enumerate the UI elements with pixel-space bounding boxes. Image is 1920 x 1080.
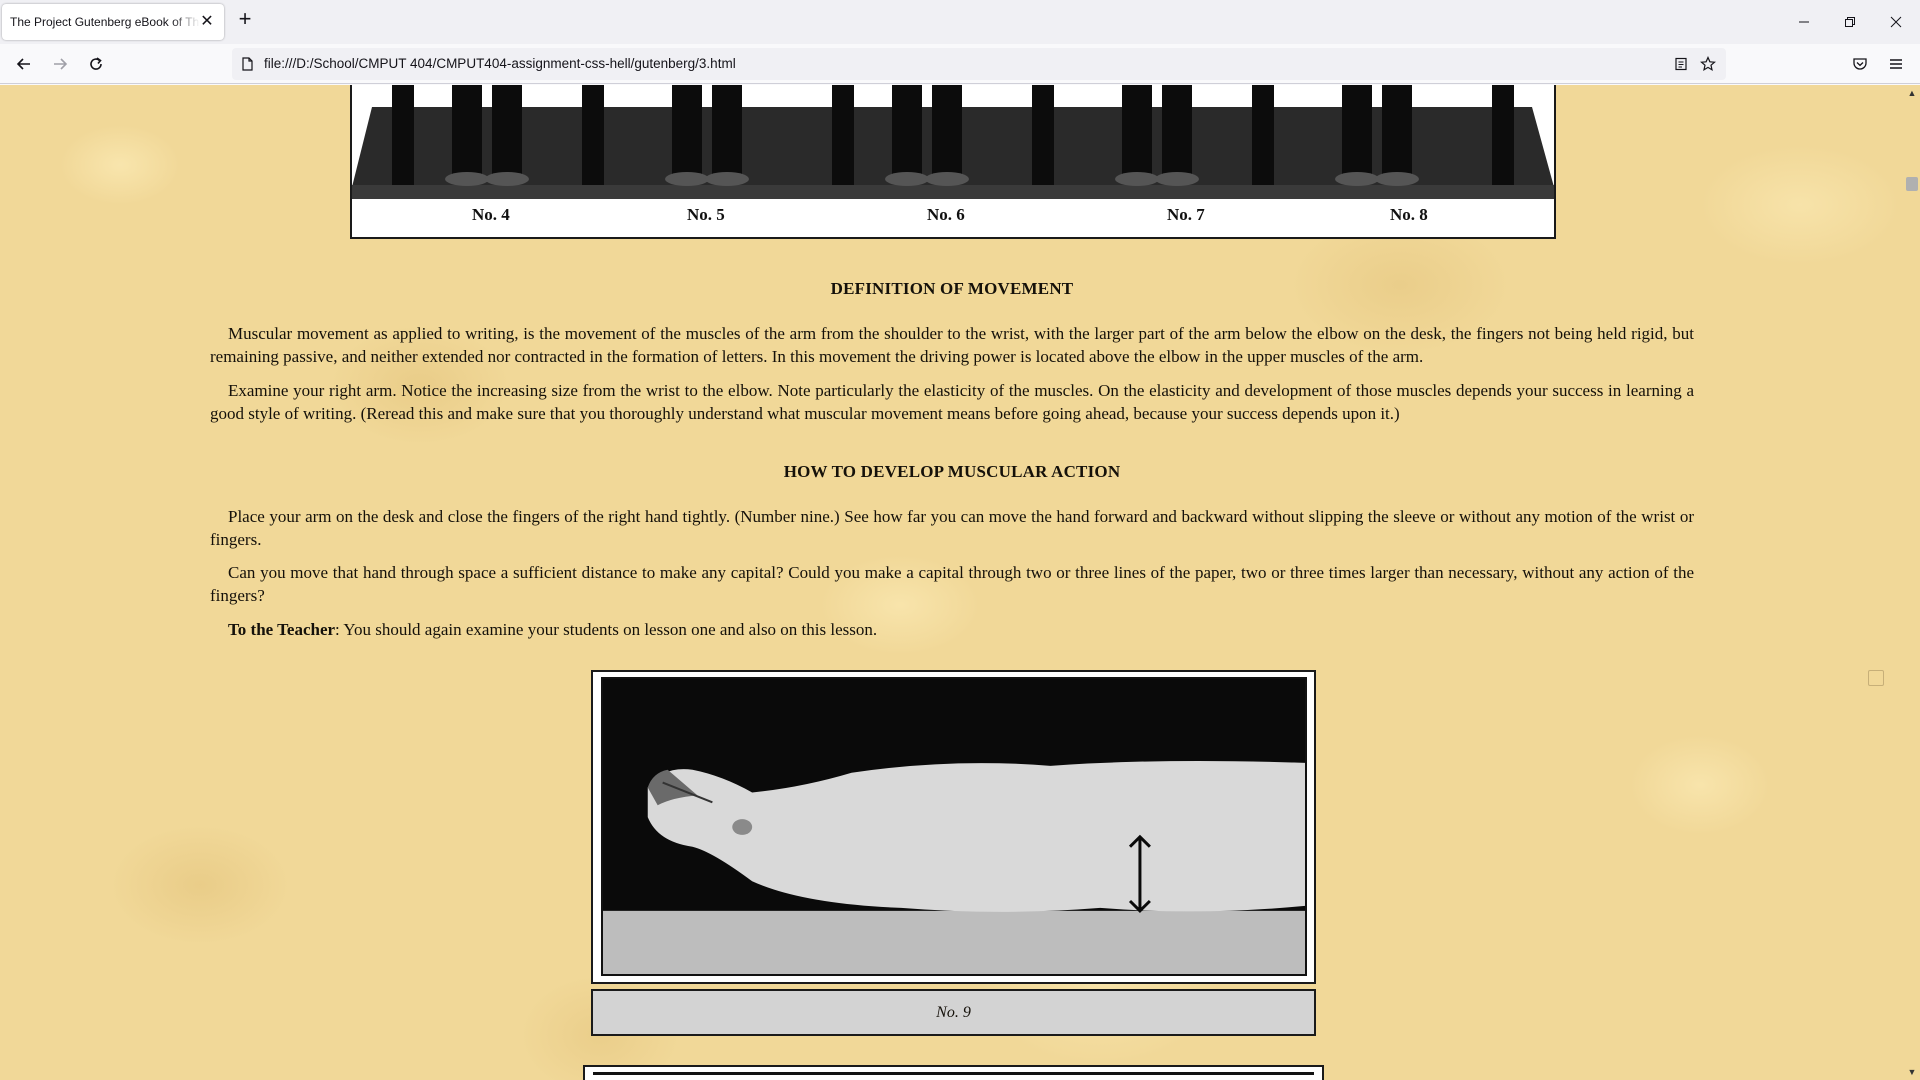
teacher-label: To the Teacher [228,620,336,639]
minimize-icon [1799,21,1809,23]
desk-label: No. 8 [1390,205,1428,224]
side-marker [1868,670,1884,686]
paragraph: Can you move that hand through space a s… [210,563,1694,605]
page-content[interactable]: No. 4 No. 5 No. 6 No. 7 No. 8 DEFINITION… [0,85,1904,1080]
next-figure-edge [593,1072,1314,1080]
new-tab-button[interactable]: + [234,8,256,31]
pocket-icon [1853,58,1867,70]
teacher-text: : You should again examine your students… [335,620,878,639]
scroll-down-icon[interactable]: ▼ [1907,1067,1917,1077]
section-heading-definition: DEFINITION OF MOVEMENT [830,279,1074,298]
tab-active[interactable]: The Project Gutenberg eBook of The Palme… [2,4,224,40]
paragraph: Examine your right arm. Notice the incre… [210,381,1694,423]
back-arrow-icon [16,58,30,70]
desk-label: No. 4 [472,205,510,224]
menu-button[interactable] [1882,50,1910,78]
next-figure [583,1065,1324,1080]
page-icon [240,57,254,76]
section-heading-muscular-action: HOW TO DEVELOP MUSCULAR ACTION [783,462,1121,481]
desk-label: No. 5 [687,205,725,224]
teacher-note: To the Teacher: You should again examine… [210,618,1694,641]
tab-strip: The Project Gutenberg eBook of The Palme… [0,0,1920,44]
scroll-thumb[interactable] [1906,177,1918,191]
scroll-up-icon[interactable]: ▲ [1907,88,1917,98]
reload-icon [90,57,102,70]
paragraph: Place your arm on the desk and close the… [210,507,1694,549]
star-icon[interactable] [1699,55,1717,73]
reader-view-icon[interactable] [1672,55,1690,73]
desk-label: No. 6 [927,205,965,224]
close-window-button[interactable] [1873,0,1919,44]
hamburger-menu-icon [1890,59,1902,69]
restore-icon [1845,17,1855,27]
pocket-button[interactable] [1846,50,1874,78]
arm-photo-image [601,677,1307,976]
close-icon [1890,16,1902,28]
figure-caption: No. 9 [591,989,1316,1036]
vertical-scrollbar[interactable]: ▲ ▼ [1904,85,1920,1080]
restore-button[interactable] [1827,0,1873,44]
tab-close-icon[interactable]: ✕ [198,13,216,31]
desk-label: No. 7 [1167,205,1205,224]
arm-figure [591,670,1316,984]
back-button[interactable] [10,50,38,78]
forward-arrow-icon [54,58,68,70]
navigation-toolbar: file:///D:/School/CMPUT 404/CMPUT404-ass… [0,44,1920,84]
desk-labels: No. 4 No. 5 No. 6 No. 7 No. 8 [352,201,1554,235]
address-bar[interactable]: file:///D:/School/CMPUT 404/CMPUT404-ass… [232,48,1726,80]
minimize-button[interactable] [1781,0,1827,44]
paragraph: Muscular movement as applied to writing,… [210,324,1694,366]
desks-figure: No. 4 No. 5 No. 6 No. 7 No. 8 [350,85,1556,239]
url-text: file:///D:/School/CMPUT 404/CMPUT404-ass… [264,56,736,71]
tab-title: The Project Gutenberg eBook of The Palme… [10,15,200,29]
reload-button[interactable] [82,50,110,78]
desks-photo-image [352,85,1554,199]
forward-button[interactable] [46,50,74,78]
